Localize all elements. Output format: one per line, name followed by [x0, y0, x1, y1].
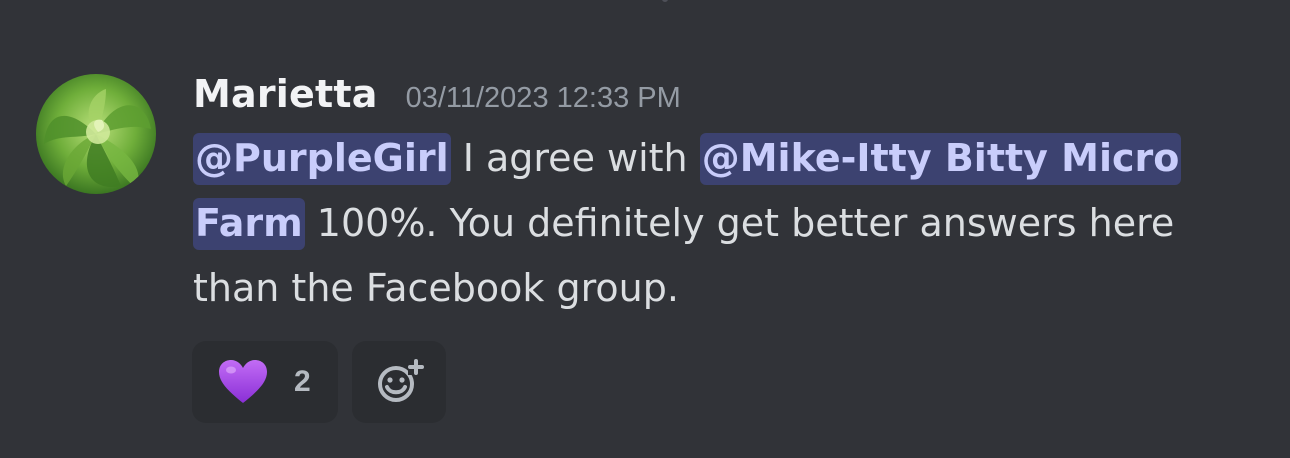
message-text-1: I agree with — [450, 136, 700, 180]
divider-dot — [662, 0, 668, 2]
message-line-3: than the Facebook group. — [193, 266, 679, 310]
author-name[interactable]: Marietta — [193, 72, 378, 116]
reaction-count: 2 — [294, 365, 311, 398]
avatar[interactable] — [36, 74, 156, 194]
purple-heart-icon — [219, 360, 267, 403]
mention-purplegirl[interactable]: @PurpleGirl — [193, 133, 451, 185]
message-timestamp: 03/11/2023 12:33 PM — [405, 82, 681, 114]
mention-mike-continued[interactable]: Farm — [193, 198, 305, 250]
add-reaction-button[interactable] — [352, 341, 446, 423]
purple-heart-reaction[interactable]: 2 — [192, 341, 338, 423]
add-reaction-icon — [378, 359, 424, 402]
lettuce-avatar-icon — [36, 74, 156, 194]
message-content: @PurpleGirl I agree with @Mike-Itty Bitt… — [193, 126, 1253, 321]
mention-mike[interactable]: @Mike-Itty Bitty Micro — [699, 133, 1182, 185]
chat-message-view: Marietta 03/11/2023 12:33 PM @PurpleGirl… — [0, 0, 1290, 458]
message-text-2: 100%. You definitely get better answers … — [304, 201, 1175, 245]
message-line-2: Farm 100%. You definitely get better ans… — [193, 191, 1253, 256]
message-line-1: @PurpleGirl I agree with @Mike-Itty Bitt… — [193, 126, 1253, 191]
reaction-bar: 2 — [192, 341, 446, 423]
message-header: Marietta 03/11/2023 12:33 PM — [193, 72, 681, 116]
